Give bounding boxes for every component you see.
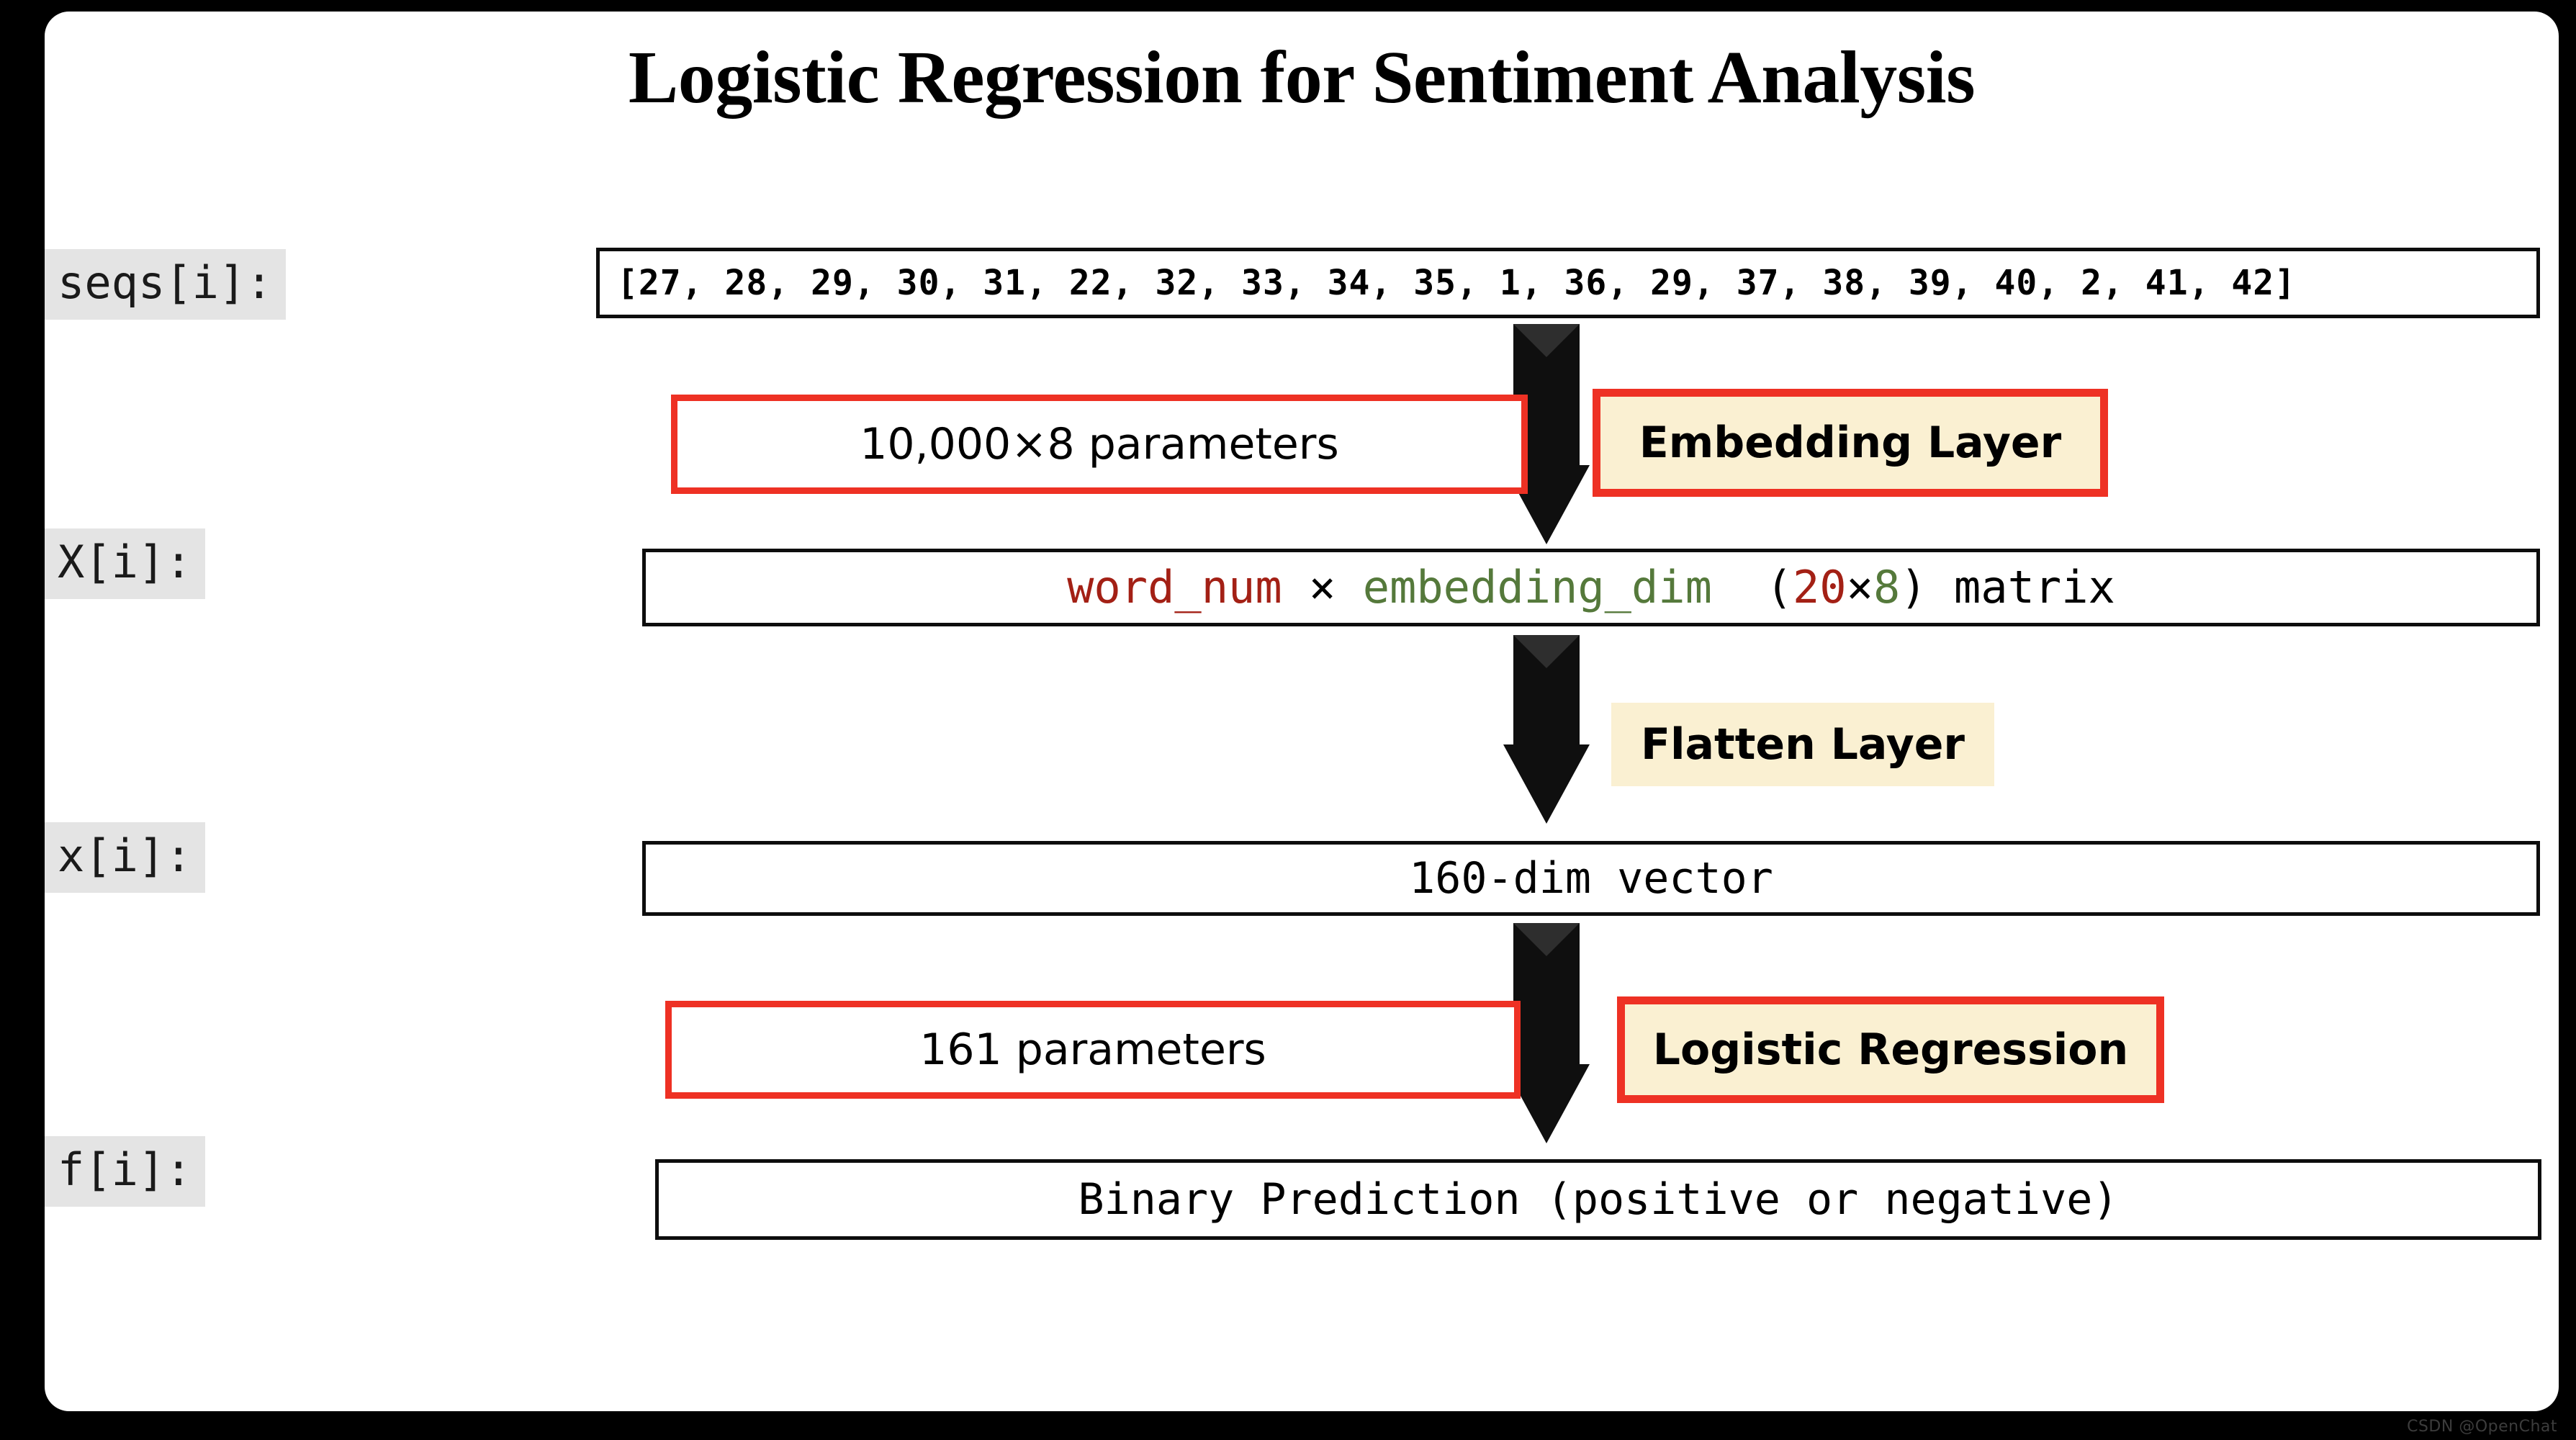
x-value-box: 160-dim vector	[642, 841, 2540, 916]
badge-embedding-layer: Embedding Layer	[1593, 389, 2108, 497]
x-value-text: 160-dim vector	[1409, 857, 1773, 900]
seqs-value-box: [27, 28, 29, 30, 31, 22, 32, 33, 34, 35,…	[596, 248, 2540, 318]
watermark: CSDN @OpenChat	[2407, 1418, 2557, 1436]
x-kind: vector	[1617, 853, 1773, 904]
badge-flatten-layer-text: Flatten Layer	[1641, 719, 1965, 770]
embedding-params-callout: 10,000×8 parameters	[671, 395, 1528, 494]
badge-flatten-layer: Flatten Layer	[1611, 703, 1994, 786]
label-X-text: X[i]:	[45, 528, 205, 599]
X-dim-rows: 20	[1792, 561, 1847, 613]
flow-arrow-flatten-icon	[1503, 635, 1590, 824]
label-seqs: seqs[i]:	[45, 249, 286, 320]
label-f-text: f[i]:	[45, 1136, 205, 1207]
x-dims: 160-dim	[1409, 853, 1591, 904]
X-embedding-dim: embedding_dim	[1362, 561, 1712, 613]
X-value-text: word_num × embedding_dim (20×8) matrix	[1067, 565, 2115, 610]
logreg-params-text: 161 parameters	[919, 1025, 1266, 1075]
f-value-box: Binary Prediction (positive or negative)	[655, 1159, 2541, 1240]
X-word-num: word_num	[1067, 561, 1282, 613]
X-matrix: matrix	[1953, 561, 2115, 613]
seqs-value-text: [27, 28, 29, 30, 31, 22, 32, 33, 34, 35,…	[617, 263, 2297, 303]
X-open-paren: (	[1765, 561, 1793, 613]
logreg-params-callout: 161 parameters	[665, 1001, 1521, 1099]
X-times: ×	[1309, 561, 1336, 613]
label-X: X[i]:	[45, 528, 205, 599]
label-seqs-text: seqs[i]:	[45, 249, 286, 320]
label-x: x[i]:	[45, 822, 205, 893]
X-close-paren: )	[1900, 561, 1927, 613]
device-bezel: Logistic Regression for Sentiment Analys…	[0, 0, 2576, 1440]
label-x-text: x[i]:	[45, 822, 205, 893]
X-dim-times: ×	[1846, 561, 1873, 613]
badge-logistic-regression: Logistic Regression	[1617, 996, 2164, 1103]
embedding-params-text: 10,000×8 parameters	[860, 419, 1339, 469]
f-value-text: Binary Prediction (positive or negative)	[1078, 1178, 2119, 1221]
badge-logistic-regression-text: Logistic Regression	[1652, 1025, 2129, 1075]
f-prediction: Binary Prediction	[1078, 1174, 1521, 1225]
label-f: f[i]:	[45, 1136, 205, 1207]
slide-canvas: Logistic Regression for Sentiment Analys…	[45, 12, 2559, 1411]
f-classes: (positive or negative)	[1546, 1174, 2119, 1225]
badge-embedding-layer-text: Embedding Layer	[1639, 418, 2062, 468]
X-value-box: word_num × embedding_dim (20×8) matrix	[642, 549, 2540, 626]
X-dim-cols: 8	[1873, 561, 1901, 613]
page-title: Logistic Regression for Sentiment Analys…	[628, 36, 1976, 119]
